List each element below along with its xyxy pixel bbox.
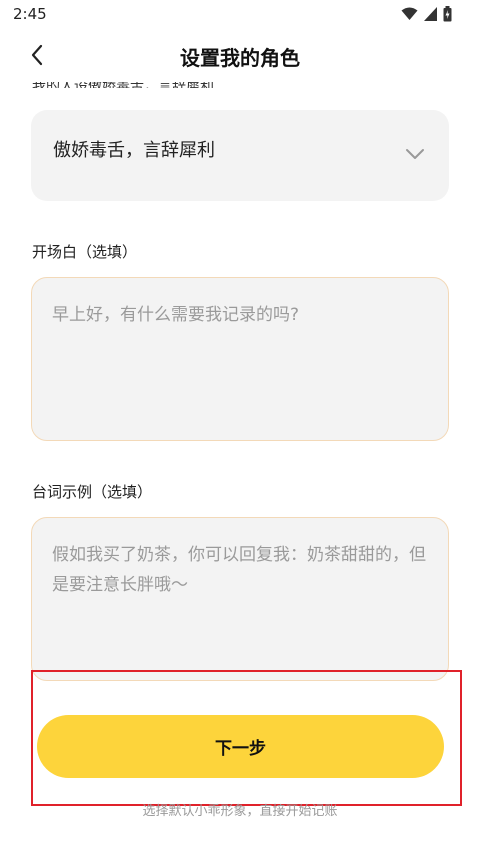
opening-line-input[interactable]: 早上好，有什么需要我记录的吗? xyxy=(31,277,449,441)
persona-select[interactable]: 傲娇毒舌，言辞犀利 xyxy=(31,110,449,201)
dialogue-example-label: 台词示例（选填） xyxy=(32,483,153,501)
cellular-icon xyxy=(424,7,437,21)
dialogue-example-input[interactable]: 假如我买了奶茶，你可以回复我：奶茶甜甜的，但是要注意长胖哦～ xyxy=(31,517,449,681)
opening-line-placeholder: 早上好，有什么需要我记录的吗? xyxy=(52,305,300,325)
next-button-label: 下一步 xyxy=(215,739,266,759)
status-icons xyxy=(401,6,452,22)
status-time: 2:45 xyxy=(13,5,47,23)
skip-hint-link[interactable]: 选择默认小乖形象，直接开始记账 xyxy=(0,800,480,819)
status-bar: 2:45 xyxy=(0,0,480,28)
opening-line-label: 开场白（选填） xyxy=(32,243,138,261)
next-button[interactable]: 下一步 xyxy=(37,715,444,778)
header: 设置我的角色 xyxy=(0,28,480,82)
dialogue-example-placeholder: 假如我买了奶茶，你可以回复我：奶茶甜甜的，但是要注意长胖哦～ xyxy=(52,545,426,595)
chevron-down-icon xyxy=(406,149,424,159)
battery-icon xyxy=(443,6,452,22)
page-title: 设置我的角色 xyxy=(180,46,300,70)
wifi-icon xyxy=(401,7,418,20)
persona-selected-value: 傲娇毒舌，言辞犀利 xyxy=(53,140,215,161)
